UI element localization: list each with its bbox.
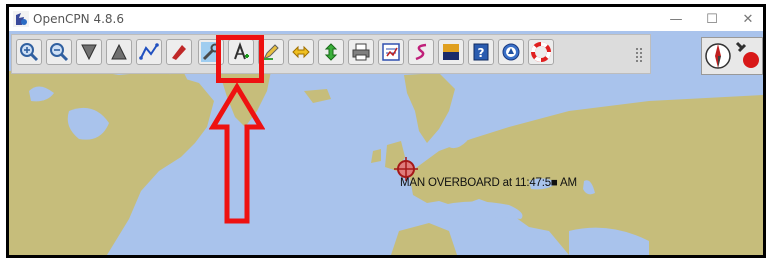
- help-icon: ?: [473, 43, 489, 61]
- mark-icon: [172, 45, 186, 60]
- close-button[interactable]: ✕: [731, 7, 763, 31]
- app-window: OpenCPN 4.8.6 — ☐ ✕ MAN OVERBOARD at 11:…: [9, 7, 763, 255]
- mob-icon: [531, 42, 551, 62]
- mob-marker-label: MAN OVERBOARD at 11:47:5■ AM: [400, 177, 577, 189]
- track-icon: [415, 43, 427, 61]
- ais-icon: [502, 43, 520, 61]
- gps-status-icon: [735, 41, 759, 68]
- help-button[interactable]: ?: [468, 39, 494, 65]
- ais-button[interactable]: [498, 39, 524, 65]
- compass-rose-icon: [705, 43, 731, 69]
- print-button[interactable]: [348, 39, 374, 65]
- minimize-button[interactable]: —: [659, 7, 693, 31]
- scale-out-button[interactable]: [106, 39, 132, 65]
- color-scheme-button[interactable]: [438, 39, 464, 65]
- zoom-in-button[interactable]: [16, 39, 42, 65]
- scale-out-icon: [111, 43, 127, 60]
- route-icon: [139, 43, 159, 60]
- svg-text:?: ?: [478, 46, 485, 60]
- route-manager-icon: [382, 43, 400, 61]
- horizontal-arrows-button[interactable]: [288, 39, 314, 65]
- mob-button[interactable]: [528, 39, 554, 65]
- compass-widget[interactable]: [701, 37, 763, 75]
- scale-in-icon: [81, 44, 97, 61]
- vertical-arrows-button[interactable]: [318, 39, 344, 65]
- opencpn-logo-icon: [13, 11, 29, 27]
- mark-button[interactable]: [166, 39, 192, 65]
- window-title: OpenCPN 4.8.6: [33, 12, 124, 26]
- zoom-out-button[interactable]: [46, 39, 72, 65]
- track-button[interactable]: [408, 39, 434, 65]
- zoom-in-icon: [20, 43, 39, 62]
- route-button[interactable]: [136, 39, 162, 65]
- maximize-button[interactable]: ☐: [695, 7, 729, 31]
- chart-canvas[interactable]: MAN OVERBOARD at 11:47:5■ AM ?: [9, 31, 763, 255]
- route-manager-button[interactable]: [378, 39, 404, 65]
- zoom-out-icon: [50, 43, 69, 62]
- main-toolbar: ?: [11, 34, 651, 74]
- horizontal-arrows-icon: [292, 45, 310, 59]
- title-bar[interactable]: OpenCPN 4.8.6 — ☐ ✕: [9, 7, 763, 31]
- scale-in-button[interactable]: [76, 39, 102, 65]
- annotation-highlight-box: [216, 35, 264, 83]
- annotation-up-arrow: [209, 83, 265, 224]
- toolbar-grip-icon[interactable]: [634, 45, 644, 65]
- pen-icon: [262, 44, 279, 61]
- vertical-arrows-icon: [324, 43, 338, 61]
- print-icon: [352, 43, 370, 61]
- color-scheme-icon: [443, 44, 459, 60]
